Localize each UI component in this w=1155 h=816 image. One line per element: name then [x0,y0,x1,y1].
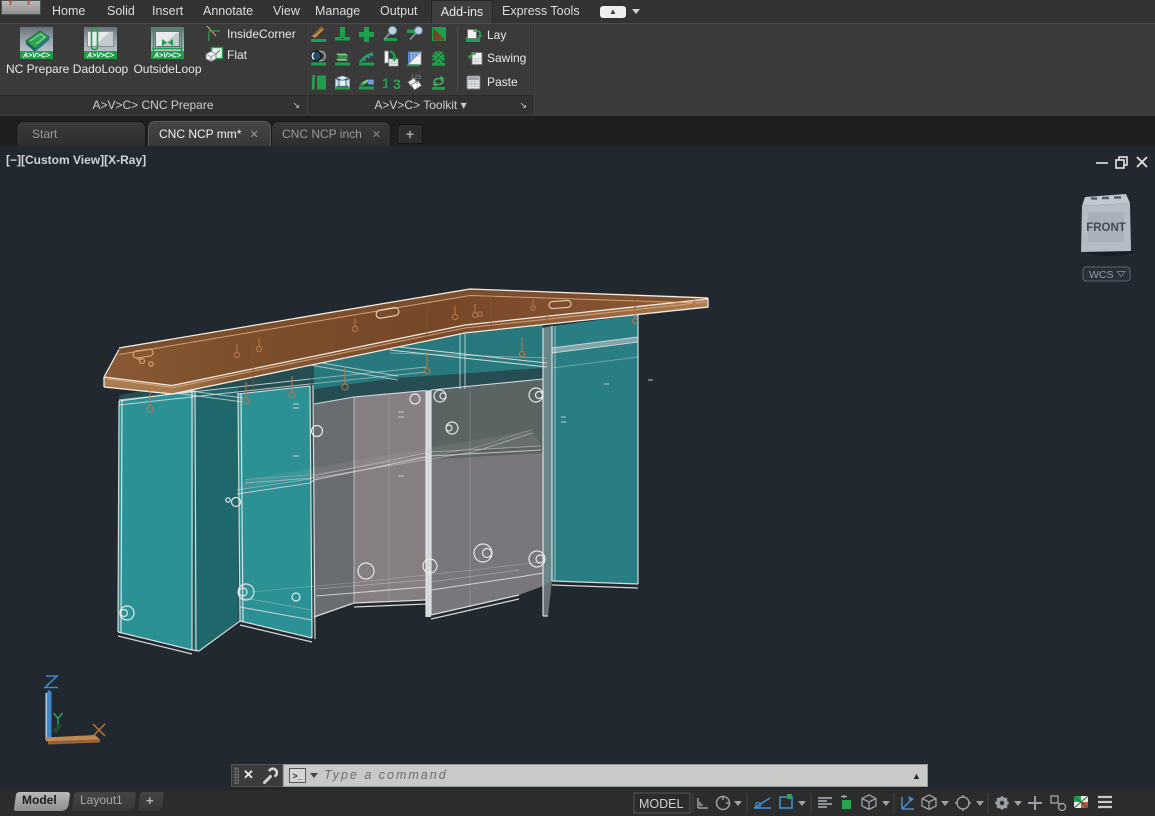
svg-text:MODEL: MODEL [639,797,684,811]
svg-text:A>V>C>: A>V>C> [153,53,181,60]
svg-text:A>V>C>: A>V>C> [86,53,114,60]
svg-text:A>V>C>: A>V>C> [22,53,50,60]
svg-text:WCS: WCS [1089,269,1114,281]
svg-text:FRONT: FRONT [1086,222,1126,234]
svg-text:3: 3 [393,76,401,92]
